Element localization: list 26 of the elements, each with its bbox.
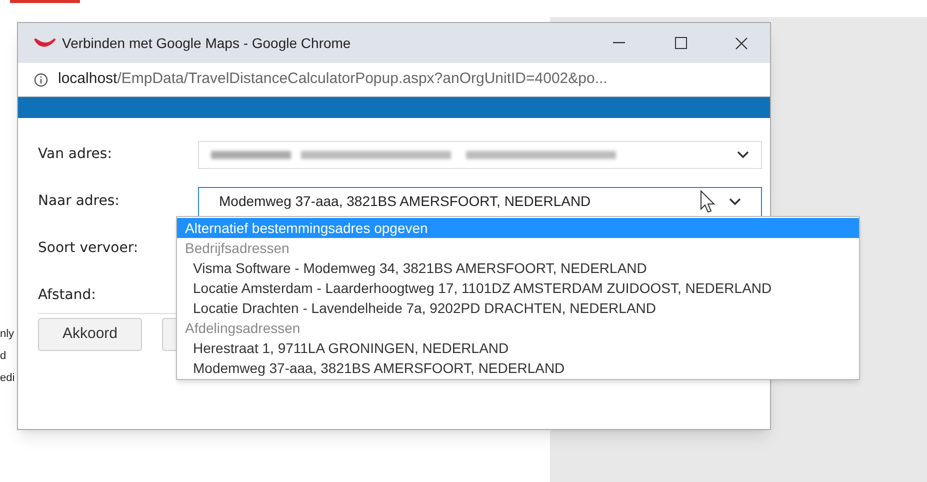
minimize-icon[interactable] xyxy=(613,42,625,44)
close-icon[interactable] xyxy=(735,36,748,50)
page-text: nly xyxy=(0,327,14,342)
window-title: Verbinden met Google Maps - Google Chrome xyxy=(62,34,351,53)
page-text: d xyxy=(0,349,6,364)
mouse-cursor-icon xyxy=(700,190,716,214)
dropdown-option[interactable]: Locatie Drachten - Lavendelheide 7a, 9202PD DRACHTEN, NEDERLAND xyxy=(177,298,859,318)
accept-button[interactable]: Akkoord xyxy=(38,318,142,351)
address-bar[interactable]: localhost/EmpData/TravelDistanceCalculatorPopup.aspx?anOrgUnitID=4002&po... xyxy=(18,63,770,97)
option-group-label: Afdelingsadressen xyxy=(184,319,302,338)
dropdown-option[interactable]: Herestraat 1, 9711LA GRONINGEN, NEDERLAND xyxy=(177,338,859,358)
page-text: edi xyxy=(0,371,15,386)
field-label: Afstand: xyxy=(38,286,97,305)
maximize-icon[interactable] xyxy=(675,37,687,49)
info-icon[interactable] xyxy=(34,72,48,86)
dropdown-option[interactable]: Locatie Amsterdam - Laarderhoogtweg 17, 1101DZ AMSTERDAM ZUIDOOST, NEDERLAND xyxy=(177,278,859,298)
field-label: Naar adres: xyxy=(38,192,120,211)
field-label: Van adres: xyxy=(38,145,113,164)
option-group-label: Bedrijfsadressen xyxy=(184,239,290,258)
app-logo-icon xyxy=(34,37,56,49)
url-text: localhost/EmpData/TravelDistanceCalculatorPopup.aspx?anOrgUnitID=4002&po... xyxy=(58,69,608,90)
chevron-down-icon xyxy=(729,198,741,206)
to-address-select[interactable]: Modemweg 37-aaa, 3821BS AMERSFOORT, NEDERLAND xyxy=(198,186,762,216)
dropdown-option[interactable]: Modemweg 37-aaa, 3821BS AMERSFOORT, NEDERLAND xyxy=(177,358,859,378)
dropdown-option[interactable]: Visma Software - Modemweg 34, 3821BS AMERSFOORT, NEDERLAND xyxy=(177,258,859,278)
chevron-down-icon xyxy=(737,150,749,158)
